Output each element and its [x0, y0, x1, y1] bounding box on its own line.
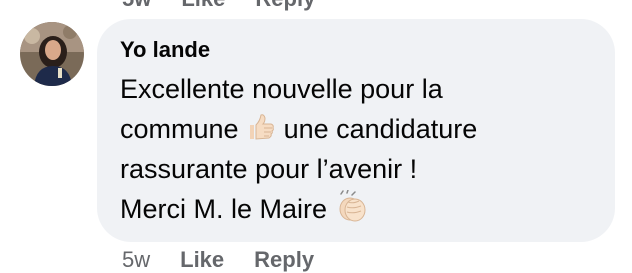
comment-line-1: Excellente nouvelle pour la	[120, 74, 443, 104]
avatar[interactable]	[20, 22, 84, 86]
clapping-hands-icon	[335, 190, 369, 222]
thumbs-up-icon	[246, 112, 276, 142]
comment-text: Excellente nouvelle pour la commune une …	[120, 69, 600, 229]
previous-comment-like-button[interactable]: Like	[181, 0, 225, 12]
previous-comment-actions: 5w Like Reply	[122, 0, 315, 12]
comment-timestamp[interactable]: 5w	[122, 247, 150, 273]
like-button[interactable]: Like	[180, 247, 224, 273]
comment-line-2-start: commune	[120, 114, 239, 144]
comment-actions: 5w Like Reply	[122, 247, 314, 273]
comment-line-2: commune une candidature	[120, 109, 600, 149]
previous-comment-reply-button[interactable]: Reply	[255, 0, 315, 12]
previous-comment-timestamp[interactable]: 5w	[122, 0, 151, 12]
avatar-photo	[20, 22, 84, 86]
comment-line-4: Merci M. le Maire	[120, 189, 600, 229]
reply-button[interactable]: Reply	[254, 247, 314, 273]
comment-author[interactable]: Yo lande	[120, 37, 210, 63]
comment-line-4-text: Merci M. le Maire	[120, 194, 328, 224]
comment-line-3: rassurante pour l’avenir !	[120, 154, 418, 184]
comment-line-2-end: une candidature	[283, 114, 478, 144]
